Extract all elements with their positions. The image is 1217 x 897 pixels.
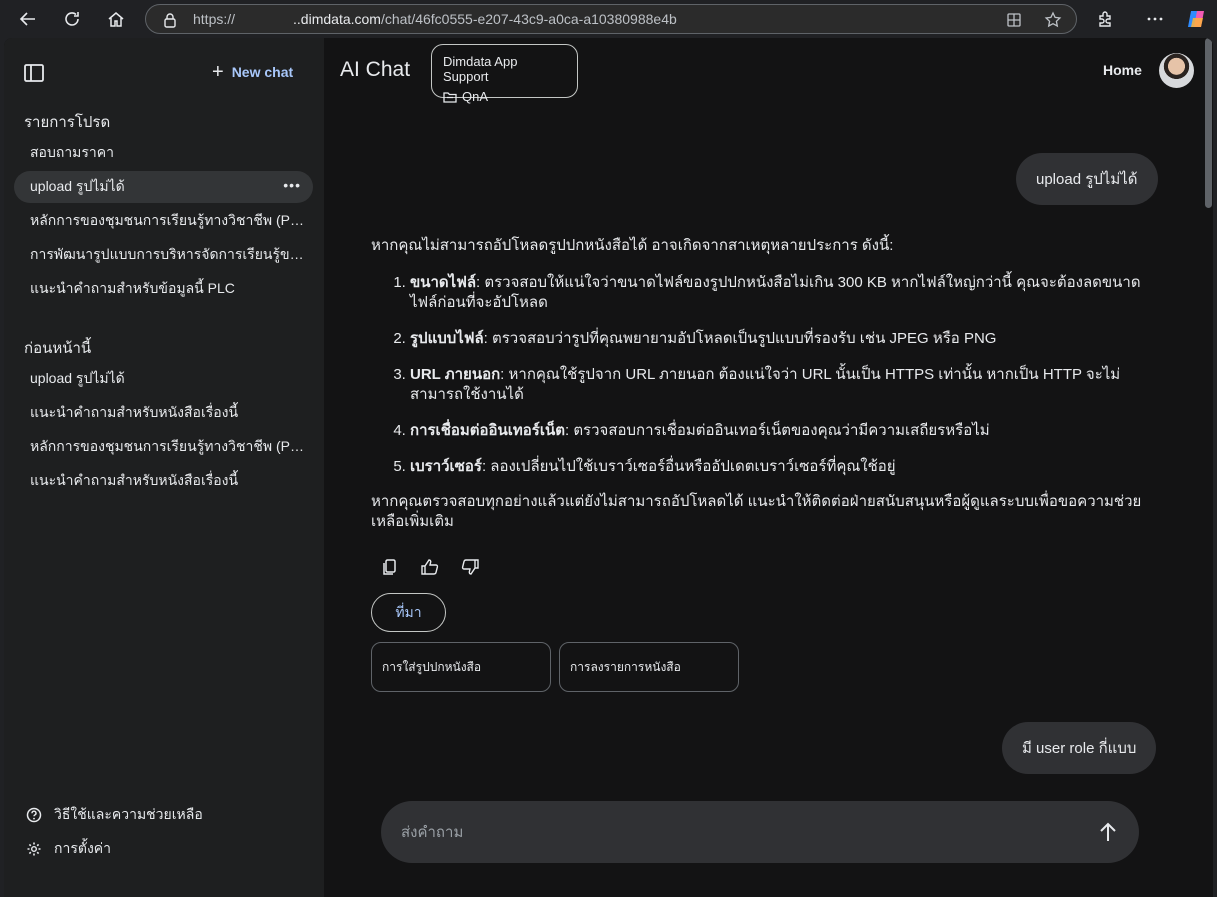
home-icon[interactable]	[103, 6, 129, 32]
context-sub: QnA	[462, 89, 489, 104]
answer-actions	[380, 557, 480, 577]
thumbs-down-icon[interactable]	[460, 557, 480, 577]
gear-icon	[27, 842, 41, 856]
extensions-icon[interactable]	[1092, 6, 1118, 32]
user-message: upload รูปไม่ได้	[1016, 153, 1158, 205]
favorite-item[interactable]: สอบถามราคา	[14, 137, 313, 169]
sidebar-toggle-icon[interactable]	[24, 64, 46, 84]
sidebar: + New chat รายการโปรด สอบถามราคา upload …	[4, 38, 324, 897]
favorite-item[interactable]: หลักการของชุมชนการเรียนรู้ทางวิชาชีพ (PL…	[14, 205, 313, 237]
scrollbar-thumb[interactable]	[1205, 38, 1212, 208]
plus-icon: +	[212, 61, 224, 83]
recent-heading: ก่อนหน้านี้	[24, 340, 92, 357]
back-icon[interactable]	[15, 6, 41, 32]
thumbs-up-icon[interactable]	[420, 557, 440, 577]
user-message: มี user role กี่แบบ	[1002, 722, 1157, 774]
favorite-item[interactable]: แนะนำคำถามสำหรับข้อมูลนี้ PLC	[14, 273, 313, 305]
settings-link[interactable]: การตั้งค่า	[26, 838, 111, 860]
context-chip[interactable]: Dimdata App Support QnA	[431, 44, 578, 104]
chat-input-box	[381, 801, 1139, 863]
home-link[interactable]: Home	[1103, 62, 1142, 78]
send-button[interactable]	[1093, 817, 1123, 847]
avatar[interactable]	[1159, 53, 1194, 88]
answer-item: รูปแบบไฟล์: ตรวจสอบว่ารูปที่คุณพยายามอัป…	[410, 329, 1161, 349]
help-icon	[26, 807, 42, 823]
arrow-up-icon	[1100, 822, 1116, 841]
chat-input[interactable]	[401, 801, 1081, 863]
reload-icon[interactable]	[59, 6, 85, 32]
favorites-heading: รายการโปรด	[24, 114, 111, 131]
browser-toolbar: https://..dimdata.com/chat/46fc0555-e207…	[0, 0, 1217, 38]
recent-item[interactable]: แนะนำคำถามสำหรับหนังสือเรื่องนี้	[14, 397, 313, 429]
copilot-icon[interactable]	[1183, 6, 1209, 32]
chat-main: AI Chat Dimdata App Support QnA Home upl…	[324, 38, 1213, 897]
lock-icon	[164, 13, 176, 28]
answer-outro: หากคุณตรวจสอบทุกอย่างแล้วแต่ยังไม่สามารถ…	[371, 493, 1142, 530]
url-text: https://..dimdata.com/chat/46fc0555-e207…	[193, 11, 677, 27]
recent-item[interactable]: หลักการของชุมชนการเรียนรู้ทางวิชาชีพ (PL…	[14, 431, 313, 463]
help-link[interactable]: วิธีใช้และความช่วยเหลือ	[26, 804, 203, 826]
folder-icon	[443, 91, 457, 103]
copy-icon[interactable]	[380, 557, 400, 577]
favorite-item[interactable]: การพัฒนารูปแบบการบริหารจัดการเรียนรู้ของ…	[14, 239, 313, 271]
answer-intro: หากคุณไม่สามารถอัปโหลดรูปปกหนังสือได้ อา…	[371, 237, 894, 254]
app-title: AI Chat	[340, 58, 411, 81]
favorite-star-icon[interactable]	[1044, 11, 1062, 29]
assistant-answer: หากคุณไม่สามารถอัปโหลดรูปปกหนังสือได้ อา…	[371, 236, 1161, 532]
answer-item: เบราว์เซอร์: ลองเปลี่ยนไปใช้เบราว์เซอร์อ…	[410, 457, 1161, 477]
favorite-item-active[interactable]: upload รูปไม่ได้ •••	[14, 171, 313, 203]
reference-card[interactable]: การใส่รูปปกหนังสือ	[371, 642, 551, 692]
reference-card[interactable]: การลงรายการหนังสือ	[559, 642, 739, 692]
app-window: + New chat รายการโปรด สอบถามราคา upload …	[4, 38, 1213, 897]
sources-button[interactable]: ที่มา	[371, 593, 446, 632]
answer-item: ขนาดไฟล์: ตรวจสอบให้แน่ใจว่าขนาดไฟล์ของร…	[410, 273, 1161, 313]
browser-menu-icon[interactable]	[1142, 6, 1168, 32]
app-available-icon[interactable]	[1006, 12, 1022, 28]
context-title: Dimdata App Support	[443, 54, 518, 84]
recent-item[interactable]: upload รูปไม่ได้	[14, 363, 313, 395]
answer-item: URL ภายนอก: หากคุณใช้รูปจาก URL ภายนอก ต…	[410, 365, 1161, 405]
new-chat-button[interactable]: + New chat	[212, 62, 293, 82]
more-options-icon[interactable]: •••	[283, 177, 301, 193]
answer-item: การเชื่อมต่ออินเทอร์เน็ต: ตรวจสอบการเชื่…	[410, 421, 1161, 441]
new-chat-label: New chat	[231, 64, 294, 80]
recent-item[interactable]: แนะนำคำถามสำหรับหนังสือเรื่องนี้	[14, 465, 313, 497]
address-bar[interactable]: https://..dimdata.com/chat/46fc0555-e207…	[145, 4, 1077, 34]
